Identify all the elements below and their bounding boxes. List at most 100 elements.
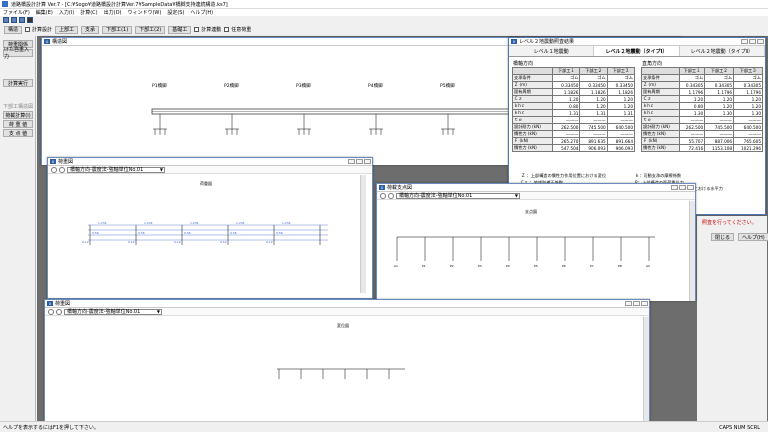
zoom-in-icon[interactable]: [380, 192, 386, 199]
minimize-icon[interactable]: [348, 159, 355, 164]
close-button[interactable]: 閉じる: [711, 233, 735, 241]
support-piers: [396, 237, 650, 261]
menu-edit[interactable]: 編集(E): [36, 9, 53, 16]
pier-1: [153, 114, 167, 135]
table-row: ｋhｃ 1.31 1.31 1.31: [511, 109, 636, 117]
print-icon[interactable]: [27, 17, 33, 23]
window-icon: X: [50, 159, 56, 164]
table-cell: 慣性力 (kN): [511, 144, 554, 152]
menu-window[interactable]: ウィンドウ(W): [127, 9, 161, 16]
foundation-button[interactable]: 基礎工: [168, 25, 192, 34]
pier-group: [153, 114, 527, 135]
results-table-left: 下部工１ 下部工２ 下部工３ 支承条件 ゴム ゴム ゴム Ｚ (m) 0.33450 0.3345…: [511, 67, 636, 152]
table-cell: Ｚ (m): [511, 81, 554, 89]
window-controls: [671, 185, 694, 190]
table-header-cell: 下部工１: [678, 67, 706, 75]
results-window-title: レベル２地震動照査結果: [519, 39, 575, 45]
minimize-icon[interactable]: [671, 185, 678, 190]
girder-weight-button[interactable]: けた自重入力: [3, 47, 33, 60]
menu-output[interactable]: 出力(O): [104, 9, 122, 16]
tab-level1[interactable]: レベル１地震動: [509, 46, 595, 56]
svg-text:0.12: 0.12: [128, 240, 135, 244]
displacement-window: X 荷重図 橋軸方向-震度法-強軸単位No.01 ▼ 変位図: [44, 299, 650, 421]
table-cell: Ｚ (m): [641, 81, 680, 89]
case-select[interactable]: 橋軸方向-震度法-強軸単位No.01 ▼: [396, 192, 520, 199]
table-row: Ｃｚ 1.20 1.20 1.20: [641, 95, 763, 103]
maximize-icon[interactable]: [633, 301, 640, 306]
menu-input[interactable]: 入力(I): [59, 9, 74, 16]
save-file-icon[interactable]: [19, 17, 25, 23]
help-button[interactable]: ヘルプ(H): [738, 233, 768, 241]
table-row: 固有周期 1.1796 1.1796 1.1796: [641, 88, 763, 96]
svg-text:A1: A1: [394, 264, 398, 268]
superstructure-button[interactable]: 上部工: [55, 25, 79, 34]
open-file-icon[interactable]: [11, 17, 17, 23]
table-header-cell: 下部工３: [733, 67, 763, 75]
zoom-out-icon[interactable]: [59, 166, 65, 173]
table-row: 設計耐力 (kN) 262.500 745.500 640.500: [641, 123, 763, 131]
tab-level2-type2[interactable]: レベル２地震動（タイプⅡ）: [680, 46, 765, 56]
minimize-icon[interactable]: [741, 39, 748, 44]
close-icon[interactable]: [757, 39, 764, 44]
case-select[interactable]: 橋軸方向-震度法-強軸単位No.01 ▼: [64, 308, 162, 315]
table-cell: 891.664: [606, 137, 636, 145]
vertical-scrollbar[interactable]: [689, 201, 695, 301]
run-calc-button[interactable]: 計算実行: [3, 79, 33, 87]
table-row: ｋhｃ 1.30 1.30 1.30: [641, 109, 763, 117]
zoom-in-icon[interactable]: [51, 166, 57, 173]
table-cell: ———: [678, 116, 706, 124]
support-canvas[interactable]: 支点図 A1 P1 P2 P3 P4 P5 P6 P7 P8 A2: [377, 201, 695, 301]
calc-design-check[interactable]: 計算設計: [25, 26, 52, 33]
menu-file[interactable]: ファイル(F): [3, 9, 30, 16]
table-cell: 55.707: [678, 137, 706, 145]
minimize-icon[interactable]: [625, 301, 632, 306]
bearing-button[interactable]: 支承: [81, 25, 100, 34]
table-cell: 0.33450: [552, 81, 581, 89]
table-cell: 262.500: [552, 123, 581, 131]
table-cell: ———: [552, 130, 581, 138]
svg-text:P5: P5: [534, 264, 538, 268]
tab-level2-type1[interactable]: レベル２地震動（タイプⅠ）: [594, 46, 680, 56]
table-cell: 262.500: [678, 123, 706, 131]
table-cell: ｋhｃ: [641, 109, 680, 117]
svg-text:0.56: 0.56: [230, 231, 237, 235]
substructure2-button[interactable]: 下部工(2): [135, 25, 166, 34]
structure-button[interactable]: 構造: [4, 25, 23, 34]
svg-text:0.12: 0.12: [220, 240, 227, 244]
table-cell: ゴム: [678, 74, 706, 82]
maximize-icon[interactable]: [356, 159, 363, 164]
calc-link-check[interactable]: 計算連動: [194, 26, 221, 33]
close-icon[interactable]: [364, 159, 371, 164]
substructure1-button[interactable]: 下部工(1): [102, 25, 133, 34]
menu-calc[interactable]: 計算(C): [80, 9, 97, 16]
table-cell: ———: [606, 130, 636, 138]
load-canvas[interactable]: 荷重図 1.234 1.234 1.234 1.234 1.234 0.56 0.56 0.…: [48, 175, 366, 293]
svg-text:1.234: 1.234: [190, 221, 199, 225]
svg-text:0.12: 0.12: [266, 240, 273, 244]
zoom-out-icon[interactable]: [56, 308, 62, 315]
arbitrary-load-check[interactable]: 任意荷重: [224, 26, 251, 33]
vertical-scrollbar[interactable]: [643, 317, 649, 421]
maximize-icon[interactable]: [679, 185, 686, 190]
load-diagram-window: X 荷重図 橋軸方向-震度法-強軸単位No.01 ▼ 荷重図 1.234 1.2…: [47, 157, 373, 299]
maximize-icon[interactable]: [749, 39, 756, 44]
load-value-button[interactable]: 荷 重 値: [3, 120, 33, 128]
pier-label-3: P3橋脚: [296, 82, 311, 89]
results-warning: 照査を行ってください。: [702, 220, 757, 226]
support-value-button[interactable]: 支 点 値: [3, 129, 33, 137]
table-cell: 固有周期: [511, 88, 554, 96]
table-cell: 支承条件: [641, 74, 680, 82]
mode-toolbar: 構造 計算設計 上部工 支承 下部工(1) 下部工(2) 基礎工 計算連動 任意…: [0, 24, 768, 35]
load-calc-button[interactable]: 荷載計算(I): [3, 111, 33, 119]
case-select[interactable]: 橋軸方向-震度法-強軸単位No.01 ▼: [67, 166, 165, 173]
displacement-canvas[interactable]: 変位図: [45, 317, 649, 421]
vertical-scrollbar[interactable]: [360, 175, 366, 293]
table-cell: 1.1826: [579, 88, 608, 96]
close-icon[interactable]: [687, 185, 694, 190]
zoom-out-icon[interactable]: [388, 192, 394, 199]
close-icon[interactable]: [641, 301, 648, 306]
menu-settings[interactable]: 設定(S): [167, 9, 184, 16]
zoom-in-icon[interactable]: [48, 308, 54, 315]
menu-help[interactable]: ヘルプ(H): [190, 9, 213, 16]
new-file-icon[interactable]: [3, 17, 9, 23]
